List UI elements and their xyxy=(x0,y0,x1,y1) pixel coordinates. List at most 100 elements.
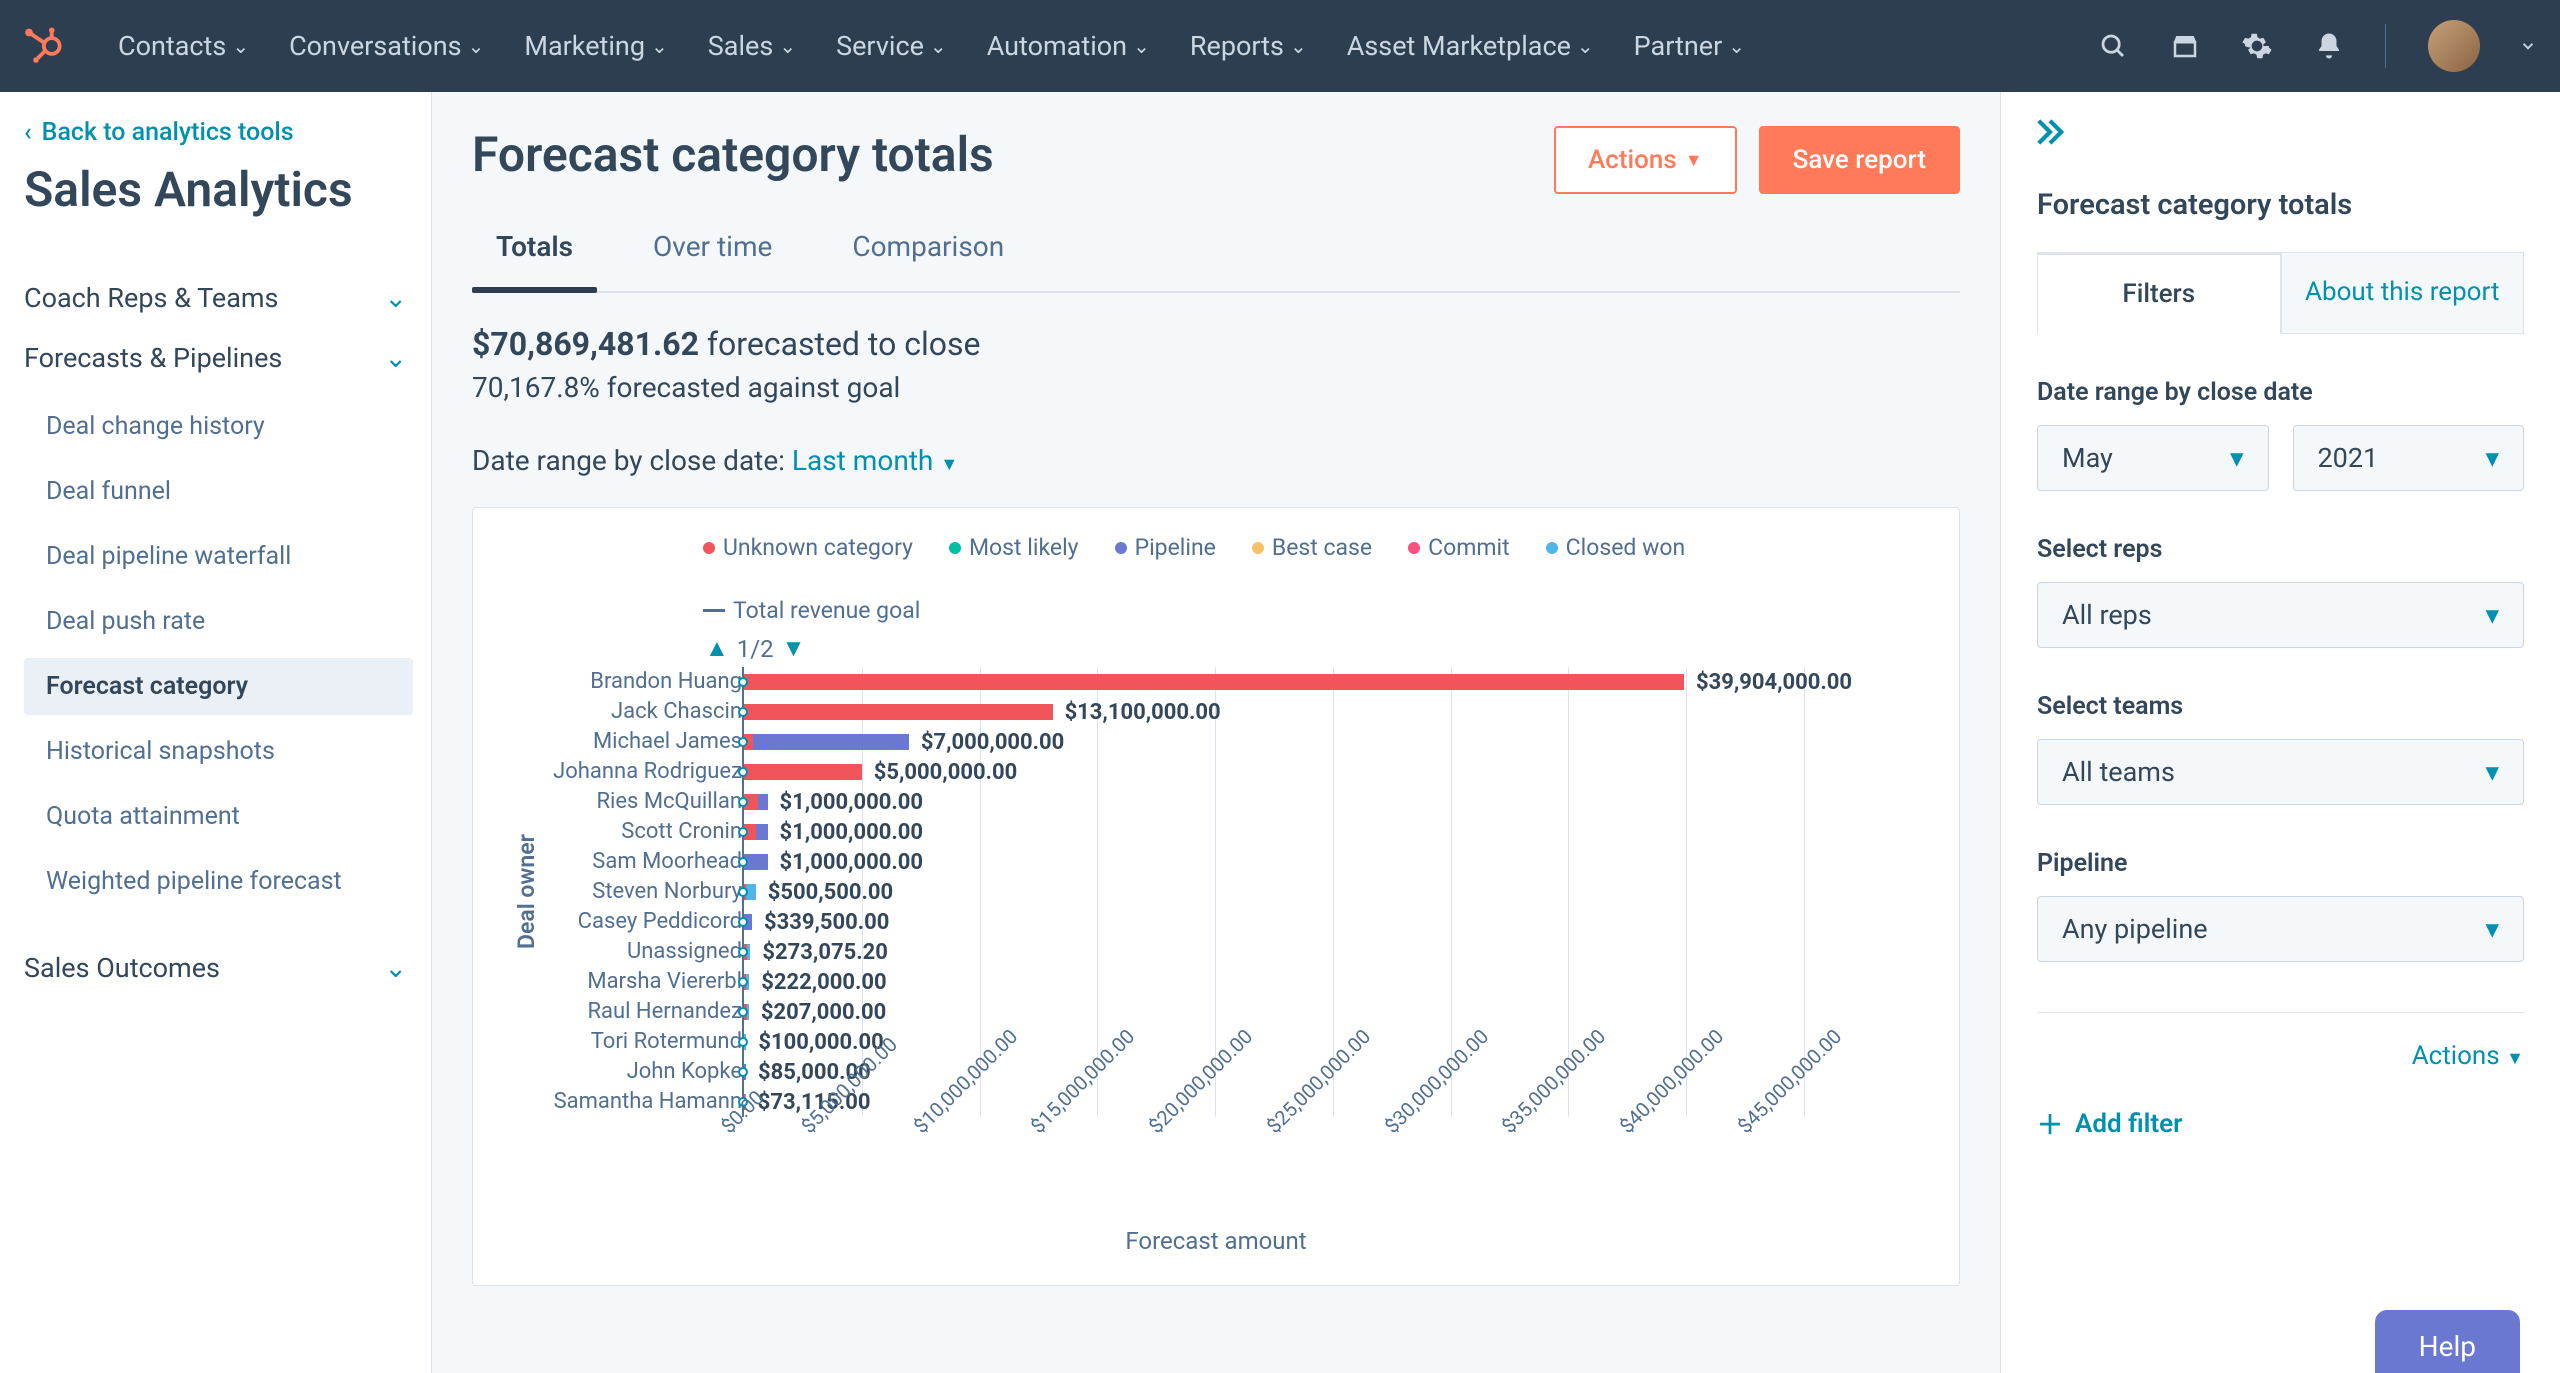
y-tick-label: John Kopke xyxy=(550,1057,742,1087)
account-chevron-icon[interactable] xyxy=(2516,28,2540,64)
legend-item[interactable]: Pipeline xyxy=(1115,534,1216,561)
reps-select[interactable]: All reps▾ xyxy=(2037,582,2524,648)
sidebar-item[interactable]: Historical snapshots xyxy=(24,723,413,780)
nav-item[interactable]: Automation⌄ xyxy=(987,30,1150,62)
y-tick-label: Brandon Huang xyxy=(550,667,742,697)
bar-segment[interactable] xyxy=(744,764,862,780)
add-filter-link[interactable]: ＋ Add filter xyxy=(2037,1105,2524,1142)
bar-row: $1,000,000.00 xyxy=(744,787,1929,817)
bar-value-label: $500,500.00 xyxy=(768,880,893,905)
nav-item[interactable]: Partner⌄ xyxy=(1634,30,1745,62)
y-tick-label: Unassigned xyxy=(550,937,742,967)
color-swatch xyxy=(949,542,961,554)
marketplace-icon[interactable] xyxy=(2167,28,2203,64)
right-tab[interactable]: About this report xyxy=(2281,252,2525,334)
pipeline-select[interactable]: Any pipeline▾ xyxy=(2037,896,2524,962)
caret-down-icon: ▾ xyxy=(2485,756,2499,788)
sidebar-item[interactable]: Weighted pipeline forecast xyxy=(24,853,413,910)
goal-marker xyxy=(738,1007,748,1017)
search-icon[interactable] xyxy=(2095,28,2131,64)
chevron-down-icon: ⌄ xyxy=(1577,34,1594,58)
bar-segment[interactable] xyxy=(744,704,1053,720)
caret-down-icon: ▾ xyxy=(2485,599,2499,631)
nav-item[interactable]: Conversations⌄ xyxy=(289,30,484,62)
goal-marker xyxy=(738,1037,748,1047)
nav-item[interactable]: Contacts⌄ xyxy=(118,30,249,62)
divider xyxy=(2037,1012,2524,1013)
color-swatch xyxy=(1115,542,1127,554)
nav-item[interactable]: Marketing⌄ xyxy=(524,30,667,62)
save-report-button[interactable]: Save report xyxy=(1759,126,1960,194)
pipeline-label: Pipeline xyxy=(2037,849,2524,878)
sidebar-section[interactable]: Sales Outcomes⌄ xyxy=(24,938,413,998)
back-label: Back to analytics tools xyxy=(42,118,294,147)
nav-item[interactable]: Service⌄ xyxy=(836,30,947,62)
bar-row: $1,000,000.00 xyxy=(744,847,1929,877)
pager-up-icon[interactable]: ▲ xyxy=(705,634,729,663)
back-link[interactable]: ‹ Back to analytics tools xyxy=(24,118,413,147)
goal-marker xyxy=(738,827,748,837)
goal-marker xyxy=(738,947,748,957)
hubspot-logo[interactable] xyxy=(22,25,64,67)
date-range-label: Date range by close date xyxy=(2037,378,2524,407)
legend-item[interactable]: Commit xyxy=(1408,534,1510,561)
legend-item[interactable]: Unknown category xyxy=(703,534,913,561)
bar-segment[interactable] xyxy=(744,674,1684,690)
collapse-icon[interactable] xyxy=(2033,118,2067,150)
date-range-link[interactable]: Last month ▼ xyxy=(792,444,958,477)
pager-text: 1/2 xyxy=(737,635,774,663)
nav-item[interactable]: Sales⌄ xyxy=(708,30,796,62)
sidebar-item[interactable]: Deal push rate xyxy=(24,593,413,650)
month-select[interactable]: May▾ xyxy=(2037,425,2269,491)
bar-segment[interactable] xyxy=(753,734,908,750)
summary-amount: $70,869,481.62 xyxy=(472,325,699,363)
pager-down-icon[interactable]: ▼ xyxy=(782,634,806,663)
save-label: Save report xyxy=(1793,145,1926,175)
y-tick-label: Michael James xyxy=(550,727,742,757)
year-select[interactable]: 2021▾ xyxy=(2293,425,2525,491)
bar-segment[interactable] xyxy=(756,824,768,840)
bar-segment[interactable] xyxy=(758,794,767,810)
legend-item[interactable]: Closed won xyxy=(1546,534,1686,561)
bar-row: $39,904,000.00 xyxy=(744,667,1929,697)
y-tick-label: Steven Norbury xyxy=(550,877,742,907)
legend-item[interactable]: Total revenue goal xyxy=(703,597,920,624)
nav-item[interactable]: Asset Marketplace⌄ xyxy=(1347,30,1594,62)
chevron-down-icon: ⌄ xyxy=(651,34,668,58)
legend-item[interactable]: Most likely xyxy=(949,534,1079,561)
chevron-down-icon: ⌄ xyxy=(1728,34,1745,58)
tab[interactable]: Over time xyxy=(653,230,772,291)
bar-row: $5,000,000.00 xyxy=(744,757,1929,787)
bell-icon[interactable] xyxy=(2311,28,2347,64)
summary-sub: 70,167.8% forecasted against goal xyxy=(472,371,1960,404)
y-tick-label: Johanna Rodriguez xyxy=(550,757,742,787)
chevron-down-icon: ⌄ xyxy=(1133,34,1150,58)
nav-item[interactable]: Reports⌄ xyxy=(1190,30,1307,62)
avatar[interactable] xyxy=(2428,20,2480,72)
y-tick-label: Sam Moorhead xyxy=(550,847,742,877)
color-swatch xyxy=(1546,542,1558,554)
x-axis-label: Forecast amount xyxy=(503,1227,1929,1255)
actions-button[interactable]: Actions ▼ xyxy=(1554,126,1737,194)
help-button[interactable]: Help xyxy=(2375,1310,2520,1373)
chart-pager: ▲ 1/2 ▼ xyxy=(705,634,1929,663)
sidebar-item[interactable]: Forecast category xyxy=(24,658,413,715)
y-tick-label: Ries McQuillan xyxy=(550,787,742,817)
filters-actions-link[interactable]: Actions ▼ xyxy=(2037,1041,2524,1071)
sidebar-item[interactable]: Deal change history xyxy=(24,398,413,455)
right-tab[interactable]: Filters xyxy=(2037,252,2281,334)
legend-item[interactable]: Best case xyxy=(1252,534,1372,561)
sidebar-section[interactable]: Coach Reps & Teams⌄ xyxy=(24,268,413,328)
tab[interactable]: Comparison xyxy=(852,230,1004,291)
sidebar-item[interactable]: Deal funnel xyxy=(24,463,413,520)
sidebar-item[interactable]: Quota attainment xyxy=(24,788,413,845)
y-axis-names: Brandon HuangJack ChascinMichael JamesJo… xyxy=(550,667,742,1117)
teams-select[interactable]: All teams▾ xyxy=(2037,739,2524,805)
gear-icon[interactable] xyxy=(2239,28,2275,64)
chevron-down-icon: ⌄ xyxy=(930,34,947,58)
bar-row: $222,000.00 xyxy=(744,967,1929,997)
y-tick-label: Marsha Viererbl xyxy=(550,967,742,997)
sidebar-section[interactable]: Forecasts & Pipelines⌄ xyxy=(24,328,413,388)
tab[interactable]: Totals xyxy=(496,230,573,291)
sidebar-item[interactable]: Deal pipeline waterfall xyxy=(24,528,413,585)
